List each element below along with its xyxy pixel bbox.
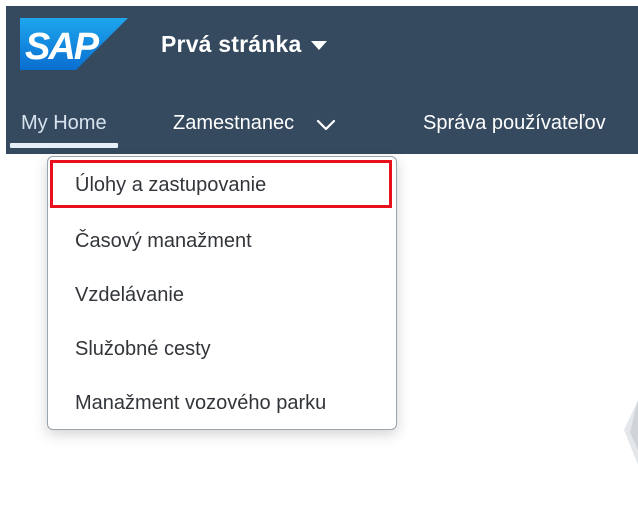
menu-item-manazment-vozoveho-parku[interactable]: Manažment vozového parku xyxy=(48,377,396,429)
menu-item-label: Vzdelávanie xyxy=(75,283,184,306)
tab-sprava-pouzivatelov[interactable]: Správa používateľov xyxy=(423,92,606,154)
tab-sprava-pouzivatelov-label: Správa používateľov xyxy=(423,111,606,134)
sap-logo-graphic: SAP xyxy=(20,18,128,70)
zamestnanec-dropdown-menu: Úlohy a zastupovanie Časový manažment Vz… xyxy=(47,156,397,430)
tab-my-home-label: My Home xyxy=(21,111,107,134)
menu-item-label: Manažment vozového parku xyxy=(75,391,327,414)
menu-item-sluzobne-cesty[interactable]: Služobné cesty xyxy=(48,323,396,375)
background-illustration xyxy=(610,390,638,500)
selected-tab-indicator xyxy=(10,143,118,148)
chevron-down-icon xyxy=(316,114,336,137)
logo-text: SAP xyxy=(25,26,100,68)
sap-logo[interactable]: SAP xyxy=(20,18,128,70)
tab-zamestnanec[interactable]: Zamestnanec xyxy=(173,92,336,154)
shell-bar: SAP Prvá stránka My Home Zamestnanec Spr… xyxy=(6,6,638,154)
menu-item-label: Služobné cesty xyxy=(75,337,211,360)
menu-item-ulohy-a-zastupovanie[interactable]: Úlohy a zastupovanie xyxy=(48,159,396,211)
caret-down-icon xyxy=(310,40,327,50)
page-title-selector[interactable]: Prvá stránka xyxy=(161,28,327,60)
tab-zamestnanec-label: Zamestnanec xyxy=(173,111,295,134)
menu-item-vzdelavanie[interactable]: Vzdelávanie xyxy=(48,269,396,321)
menu-item-casovy-manazment[interactable]: Časový manažment xyxy=(48,215,396,267)
page-title: Prvá stránka xyxy=(161,30,302,57)
menu-item-label: Časový manažment xyxy=(75,229,252,252)
menu-item-label: Úlohy a zastupovanie xyxy=(75,173,267,196)
